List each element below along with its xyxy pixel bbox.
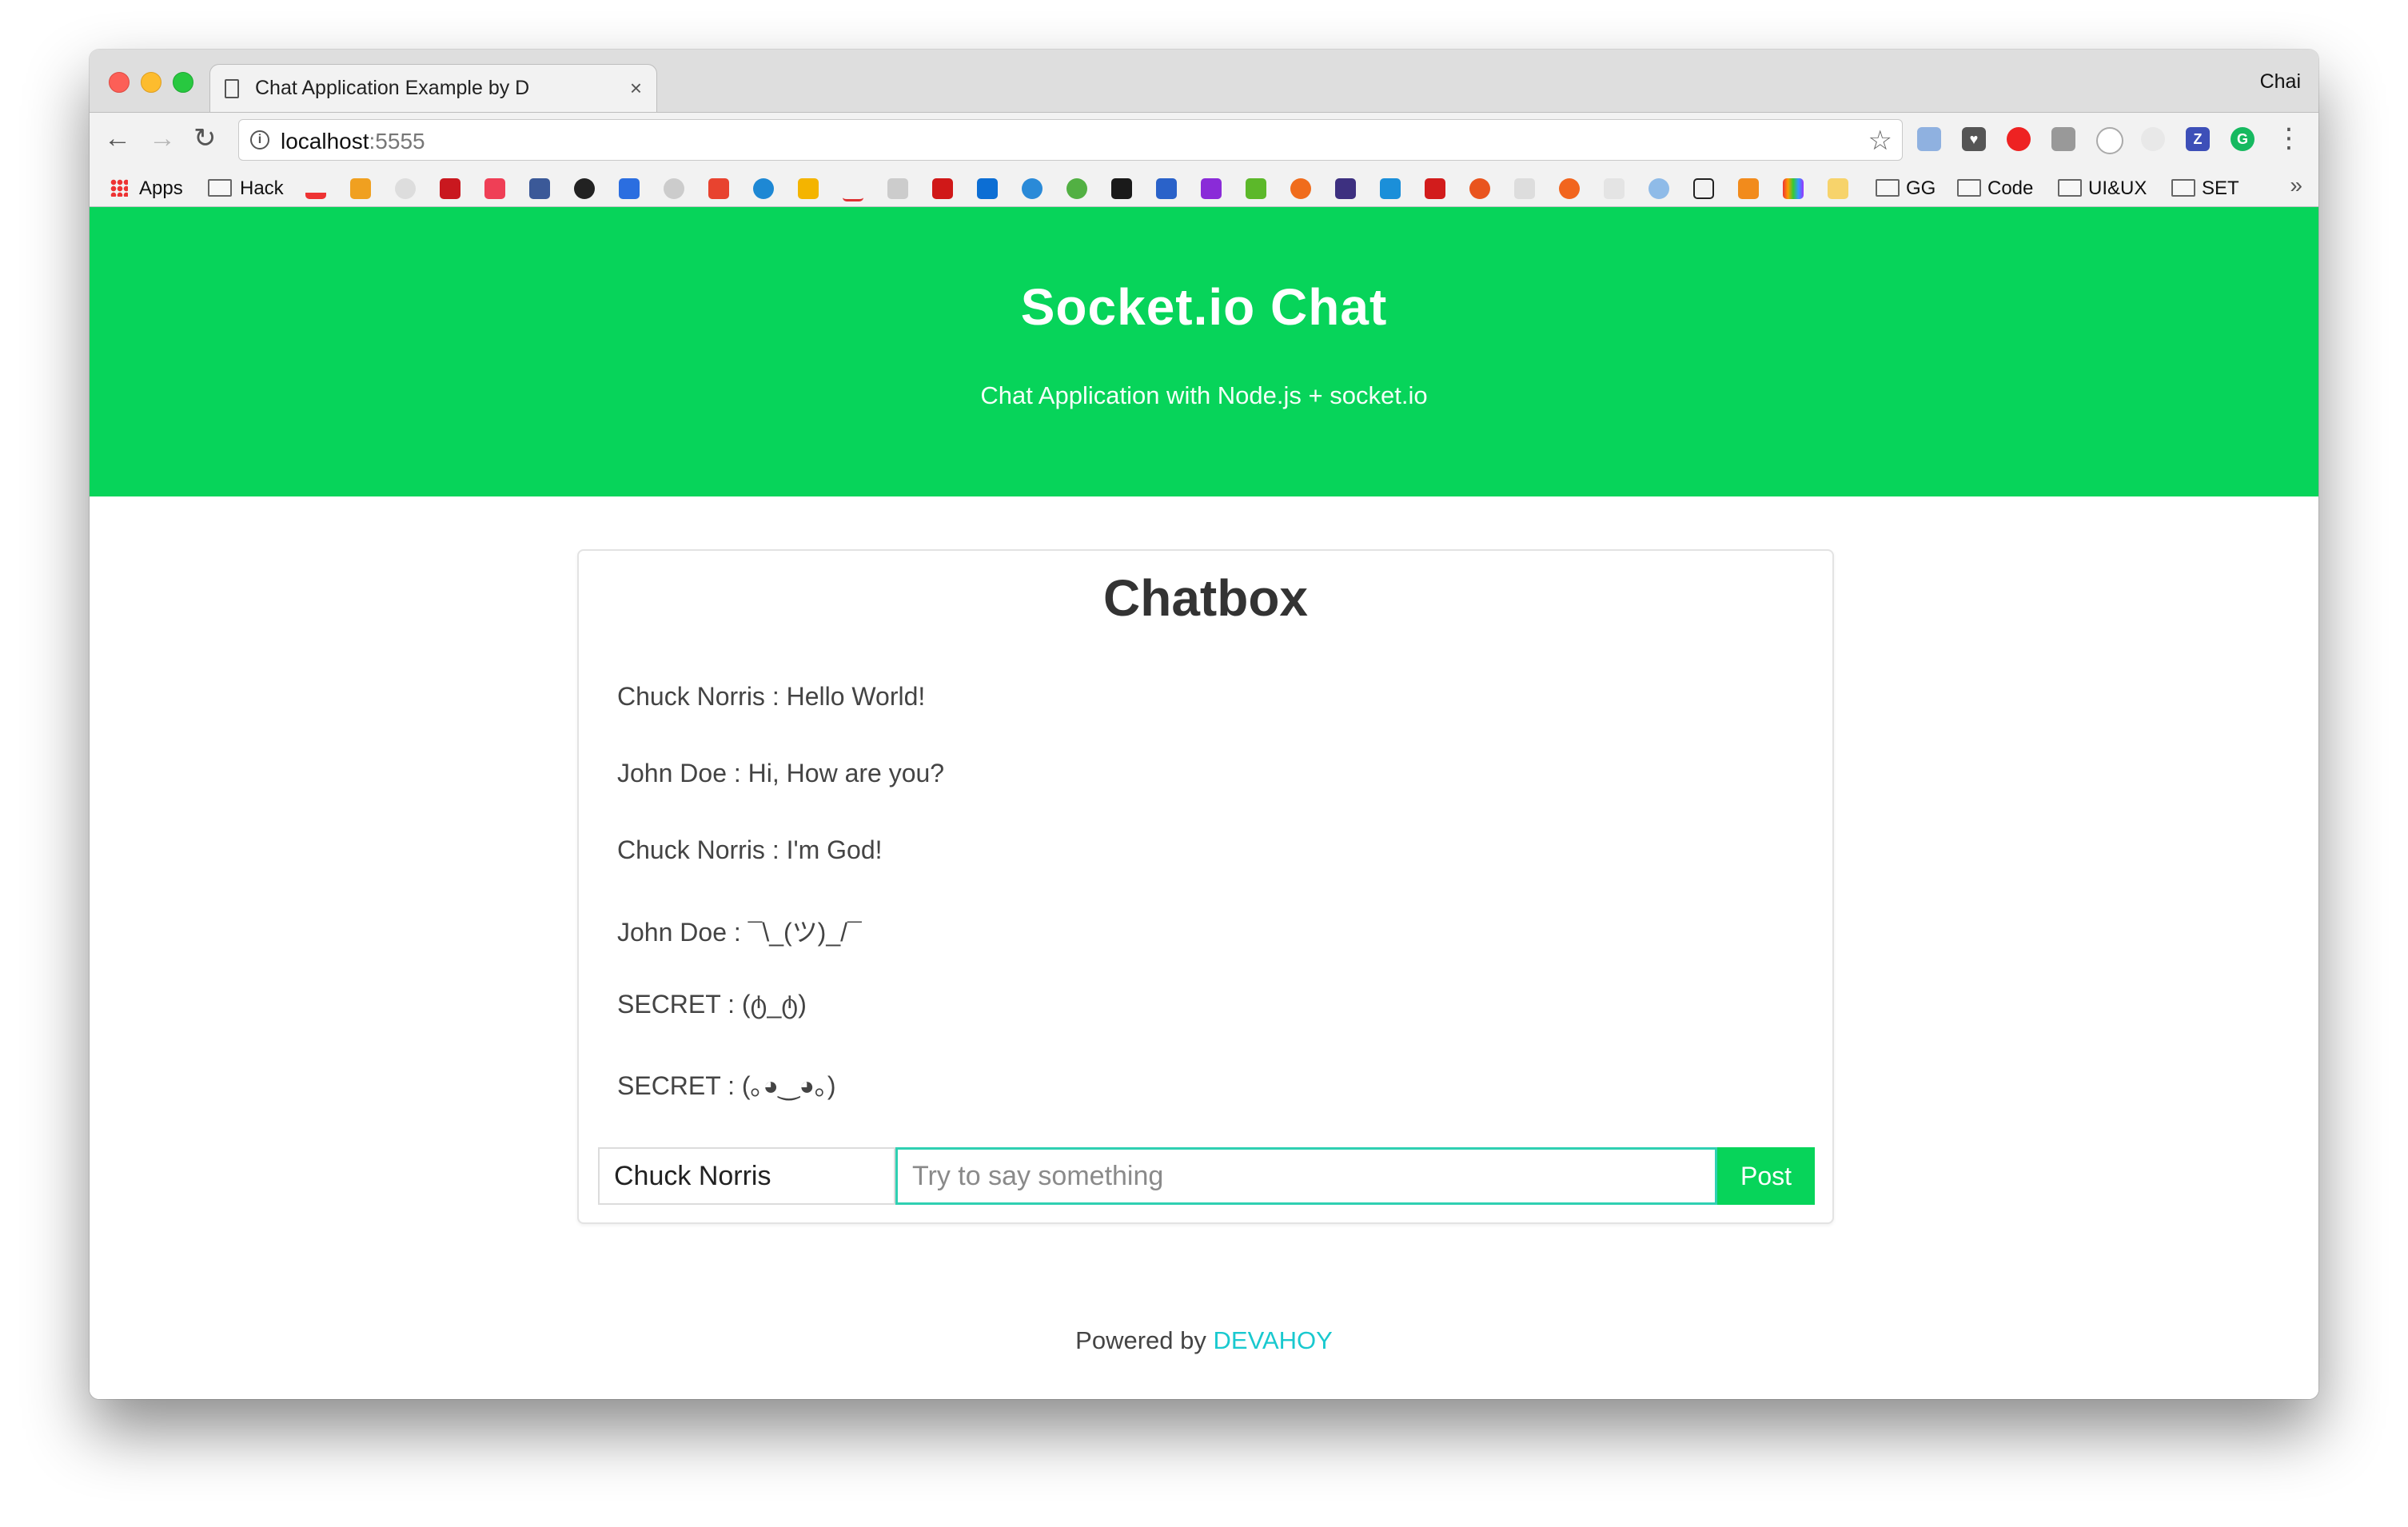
github-icon[interactable]: [574, 178, 595, 199]
bookmark-folder-code[interactable]: Code: [1987, 177, 2033, 200]
menu-kebab-icon[interactable]: ⋮: [2275, 122, 2302, 154]
folder-icon: [1876, 179, 1900, 197]
footer-prefix: Powered by: [1075, 1326, 1206, 1354]
bookmark-apps[interactable]: Apps: [139, 177, 183, 200]
bookmark-icon-15[interactable]: [932, 178, 953, 199]
folder-icon: [2171, 179, 2195, 197]
profile-name[interactable]: Chai: [2260, 70, 2301, 94]
bookmark-icon-18[interactable]: [1066, 178, 1087, 199]
post-button[interactable]: Post: [1717, 1147, 1815, 1205]
pocket-extension-icon[interactable]: ♥: [1962, 127, 1986, 151]
bootstrap-icon[interactable]: [1335, 178, 1356, 199]
name-input[interactable]: [598, 1147, 895, 1205]
tab-strip: Chat Application Example by D × Chai: [90, 50, 2318, 112]
bookmark-icon-34[interactable]: [1783, 178, 1804, 199]
maximize-window-button[interactable]: [173, 72, 193, 93]
bookmark-icon-10[interactable]: [708, 178, 729, 199]
z-extension-icon[interactable]: Z: [2186, 127, 2210, 151]
close-window-button[interactable]: [109, 72, 130, 93]
page-content: Socket.io Chat Chat Application with Nod…: [90, 207, 2318, 1399]
bookmark-icon-31[interactable]: [1649, 178, 1669, 199]
info-icon[interactable]: i: [250, 130, 269, 150]
bookmark-icon-12[interactable]: [798, 178, 819, 199]
message-input[interactable]: [895, 1147, 1717, 1205]
bookmark-folder-set[interactable]: SET: [2202, 177, 2239, 200]
tab-close-icon[interactable]: ×: [630, 76, 642, 101]
circle-extension-icon[interactable]: [2096, 127, 2123, 154]
browser-window: Chat Application Example by D × Chai ← →…: [90, 50, 2318, 1399]
ubuntu-icon[interactable]: [1469, 178, 1490, 199]
reddit-icon[interactable]: [664, 178, 684, 199]
bookmark-icon-29[interactable]: [1559, 178, 1580, 199]
chat-message: John Doe : Hi, How are you?: [617, 759, 945, 787]
codepen-icon[interactable]: [1693, 178, 1714, 199]
hero-subtitle: Chat Application with Node.js + socket.i…: [980, 381, 1428, 409]
ghost-extension-icon[interactable]: [2141, 127, 2165, 151]
minimize-window-button[interactable]: [141, 72, 161, 93]
css3-icon[interactable]: [1156, 178, 1177, 199]
bookmark-icon-5[interactable]: [484, 178, 505, 199]
bookmark-hack[interactable]: Hack: [240, 177, 284, 200]
bookmark-icon-25[interactable]: [1380, 178, 1401, 199]
bookmark-icon-14[interactable]: [887, 178, 908, 199]
bookmark-icon-19[interactable]: [1111, 178, 1132, 199]
bookmark-icon-22[interactable]: [1246, 178, 1266, 199]
bookmarks-overflow-icon[interactable]: »: [2290, 173, 2302, 198]
window-extension-icon[interactable]: [1917, 127, 1941, 151]
bookmark-star-icon[interactable]: ☆: [1868, 125, 1892, 157]
address-bar[interactable]: i localhost:5555 ☆: [238, 119, 1903, 161]
chat-message: Chuck Norris : I'm God!: [617, 835, 883, 864]
camera-extension-icon[interactable]: [2051, 127, 2075, 151]
message-list: Chuck Norris : Hello World! John Doe : H…: [617, 682, 944, 1142]
chatbox-panel: Chatbox Chuck Norris : Hello World! John…: [577, 549, 1834, 1224]
hero-title: Socket.io Chat: [1020, 278, 1388, 336]
url-text: localhost:5555: [281, 129, 425, 153]
folder-icon: [2058, 179, 2082, 197]
bookmark-icon-17[interactable]: [1022, 178, 1043, 199]
bookmark-icon-21[interactable]: [1201, 178, 1222, 199]
bookmark-folder-uiux[interactable]: UI&UX: [2088, 177, 2147, 200]
tab-active[interactable]: Chat Application Example by D ×: [209, 64, 657, 112]
message-form: Post: [598, 1147, 1815, 1205]
bookmark-icon-1[interactable]: [305, 178, 326, 199]
bookmark-icon-23[interactable]: [1290, 178, 1311, 199]
chat-message: Chuck Norris : Hello World!: [617, 682, 926, 711]
grammarly-extension-icon[interactable]: G: [2231, 127, 2255, 151]
footer: Powered by DEVAHOY: [90, 1326, 2318, 1355]
facebook-icon[interactable]: [529, 178, 550, 199]
chat-message: SECRET : (｡◕‿◕｡): [617, 1071, 836, 1100]
bookmark-icon-26[interactable]: [1425, 178, 1445, 199]
bookmark-icon-2[interactable]: [350, 178, 371, 199]
bookmark-icon-13[interactable]: [843, 178, 863, 201]
folder-icon: [1957, 179, 1981, 197]
bookmark-icon-35[interactable]: [1828, 178, 1848, 199]
apps-grid-icon[interactable]: [110, 179, 128, 197]
back-arrow-icon[interactable]: ←: [104, 122, 131, 154]
bookmark-icon-3[interactable]: [395, 178, 416, 199]
hero-banner: Socket.io Chat Chat Application with Nod…: [90, 207, 2318, 496]
bookmark-icon-8[interactable]: [619, 178, 640, 199]
opera-extension-icon[interactable]: [2007, 127, 2031, 151]
bookmark-icon-11[interactable]: [753, 178, 774, 199]
chat-message: John Doe : ¯\_(ツ)_/¯: [617, 918, 862, 947]
trello-icon[interactable]: [977, 178, 998, 199]
bookmarks-bar: Apps Hack GG Code UI&UX SET »: [90, 168, 2318, 207]
chatbox-title: Chatbox: [1103, 569, 1308, 627]
bookmark-icon-4[interactable]: [440, 178, 460, 199]
bookmark-folder-gg[interactable]: GG: [1906, 177, 1936, 200]
bookmark-icon-33[interactable]: [1738, 178, 1759, 199]
tab-title: Chat Application Example by D: [255, 77, 530, 99]
page-icon: [225, 78, 239, 98]
browser-toolbar: ← → ↻ i localhost:5555 ☆ ♥ Z G ⋮: [90, 112, 2318, 169]
chat-message: SECRET : (ტ_ტ): [617, 990, 807, 1019]
bookmark-icon-30[interactable]: [1604, 178, 1625, 199]
forward-arrow-icon[interactable]: →: [149, 122, 176, 154]
reload-icon[interactable]: ↻: [193, 122, 217, 154]
bookmark-icon-28[interactable]: [1514, 178, 1535, 199]
devahoy-link[interactable]: DEVAHOY: [1214, 1326, 1333, 1354]
folder-icon: [208, 179, 232, 197]
